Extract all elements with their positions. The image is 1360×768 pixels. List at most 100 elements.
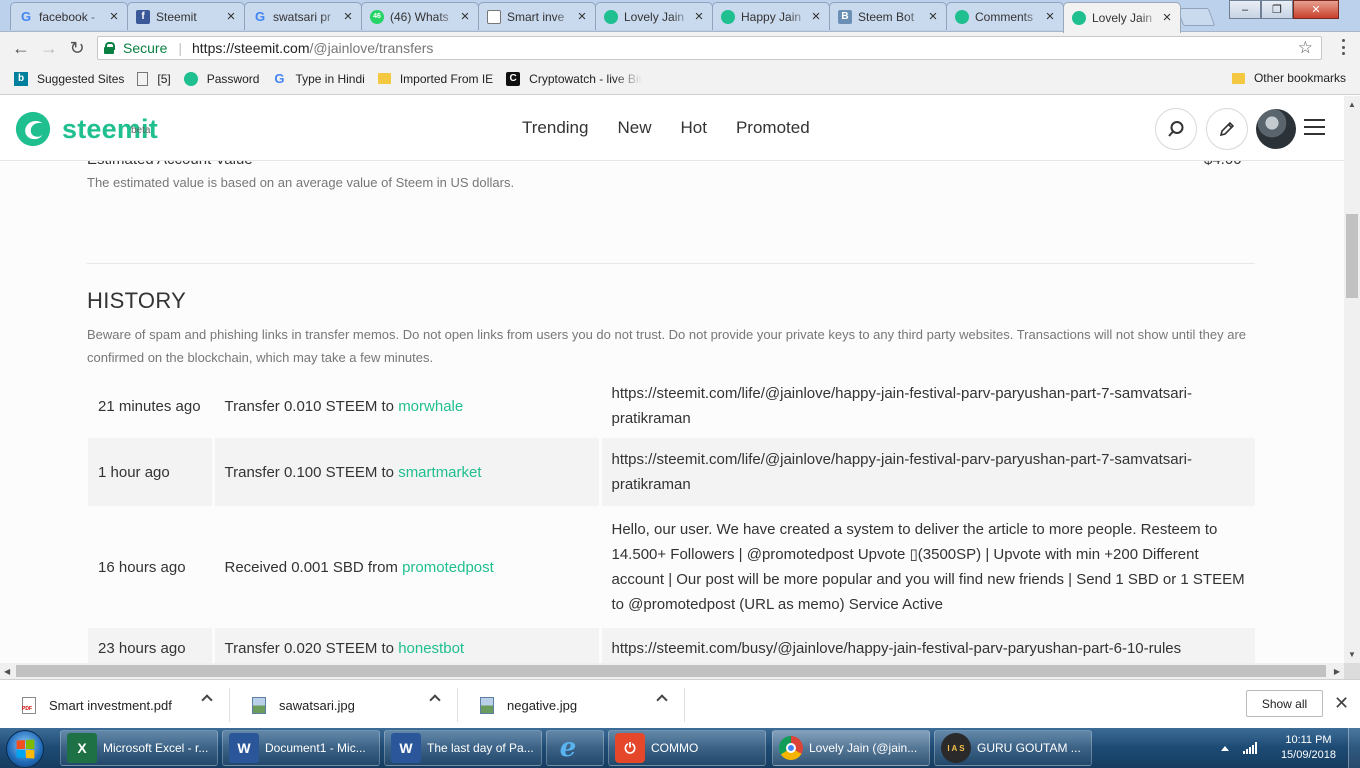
bookmark-star-icon[interactable]: ☆ xyxy=(1298,38,1313,58)
google-g-icon: G xyxy=(274,71,285,86)
close-window-button[interactable]: ✕ xyxy=(1293,0,1339,19)
hamburger-menu-icon[interactable] xyxy=(1304,119,1325,135)
vertical-scrollbar[interactable]: ▲ ▼ xyxy=(1344,96,1360,663)
other-bookmarks[interactable]: Other bookmarks xyxy=(1231,71,1346,85)
forward-arrow-icon[interactable]: → xyxy=(38,37,60,59)
search-button[interactable] xyxy=(1155,108,1197,150)
bookmark-suggested-sites[interactable]: b Suggested Sites xyxy=(14,71,125,86)
row-memo: https://steemit.com/busy/@jainlove/happy… xyxy=(598,628,1255,663)
close-tab-icon[interactable]: × xyxy=(1043,9,1057,24)
estimated-value-note: The estimated value is based on an avera… xyxy=(87,175,515,190)
op-text: Transfer 0.100 STEEM to xyxy=(224,463,399,481)
bookmark-label: Suggested Sites xyxy=(37,71,125,86)
nav-hot[interactable]: Hot xyxy=(680,118,706,138)
chevron-up-icon[interactable] xyxy=(201,694,213,706)
close-tab-icon[interactable]: × xyxy=(107,9,121,24)
show-desktop-button[interactable] xyxy=(1348,728,1360,768)
tab-whatsapp[interactable]: 46 (46) Whats × xyxy=(361,2,479,30)
minimize-button[interactable]: ‒ xyxy=(1229,0,1261,19)
tab-facebook[interactable]: G facebook - × xyxy=(10,2,128,30)
bookmark-label: Type in Hindi xyxy=(295,71,365,86)
nav-new[interactable]: New xyxy=(617,118,651,138)
close-tab-icon[interactable]: × xyxy=(224,9,238,24)
folder-icon xyxy=(1231,72,1245,84)
bookmark-imported-from-ie[interactable]: Imported From IE xyxy=(377,72,493,86)
close-download-shelf-icon[interactable]: ✕ xyxy=(1334,694,1349,712)
tab-comments[interactable]: Comments × xyxy=(946,2,1064,30)
account-link[interactable]: smartmarket xyxy=(398,464,481,481)
download-item-smart-investment[interactable]: Smart investment.pdf xyxy=(0,688,230,722)
horizontal-scroll-thumb[interactable] xyxy=(16,665,1326,677)
taskbar-excel[interactable]: X Microsoft Excel - r... xyxy=(60,730,218,766)
bookmark-password[interactable]: Password xyxy=(183,71,259,86)
reload-icon[interactable]: ↻ xyxy=(66,37,88,59)
download-item-sawatsari[interactable]: sawatsari.jpg xyxy=(230,688,458,722)
taskbar-guru-goutam[interactable]: I A S GURU GOUTAM ... xyxy=(934,730,1092,766)
tab-label: facebook - xyxy=(39,9,96,24)
back-arrow-icon[interactable]: ← xyxy=(10,37,32,59)
chrome-menu-icon[interactable] xyxy=(1342,39,1346,55)
op-text: Transfer 0.020 STEEM to xyxy=(224,639,399,657)
taskbar-word-last-day[interactable]: W The last day of Pa... xyxy=(384,730,542,766)
url-separator: | xyxy=(178,40,182,56)
nav-promoted[interactable]: Promoted xyxy=(736,118,810,138)
tab-smart-investment[interactable]: Smart inve × xyxy=(478,2,596,30)
bookmark-cryptowatch[interactable]: C Cryptowatch - live Bit xyxy=(506,71,642,86)
search-icon xyxy=(1168,121,1184,137)
taskbar-word-document1[interactable]: W Document1 - Mic... xyxy=(222,730,380,766)
horizontal-scrollbar[interactable]: ◀ ▶ xyxy=(0,663,1344,679)
account-link[interactable]: morwhale xyxy=(398,398,463,415)
chevron-up-icon[interactable] xyxy=(656,694,668,706)
vertical-scroll-thumb[interactable] xyxy=(1346,214,1358,298)
restore-button[interactable]: ❐ xyxy=(1261,0,1293,19)
system-clock[interactable]: 10:11 PM 15/09/2018 xyxy=(1281,733,1336,763)
account-link[interactable]: promotedpost xyxy=(402,559,494,576)
row-time: 23 hours ago xyxy=(88,628,213,663)
tab-label: (46) Whats xyxy=(390,9,449,24)
account-link[interactable]: honestbot xyxy=(398,640,464,657)
tab-lovely-jain[interactable]: Lovely Jain × xyxy=(595,2,713,30)
nav-trending[interactable]: Trending xyxy=(522,118,588,138)
bookmark-5[interactable]: [5] xyxy=(137,71,171,86)
bookmark-type-in-hindi[interactable]: G Type in Hindi xyxy=(272,71,365,86)
scroll-up-arrow-icon[interactable]: ▲ xyxy=(1348,100,1356,109)
chevron-up-icon[interactable] xyxy=(429,694,441,706)
close-tab-icon[interactable]: × xyxy=(1160,10,1174,25)
scroll-left-arrow-icon[interactable]: ◀ xyxy=(4,667,10,676)
address-bar[interactable]: Secure | https://steemit.com/@jainlove/t… xyxy=(97,36,1322,60)
show-all-downloads-button[interactable]: Show all xyxy=(1246,690,1323,717)
close-tab-icon[interactable]: × xyxy=(809,9,823,24)
steemit-icon xyxy=(183,71,198,86)
close-tab-icon[interactable]: × xyxy=(692,9,706,24)
download-filename: Smart investment.pdf xyxy=(49,697,172,713)
tab-label: Lovely Jain xyxy=(1092,11,1153,25)
start-button[interactable] xyxy=(6,730,44,768)
row-operation: Transfer 0.020 STEEM to honestbot xyxy=(211,628,600,663)
network-signal-icon[interactable] xyxy=(1242,742,1257,754)
tab-steemit[interactable]: f Steemit × xyxy=(127,2,245,30)
taskbar-chrome[interactable]: Lovely Jain (@jain... xyxy=(772,730,930,766)
taskbar-commo[interactable]: ⏻ COMMO xyxy=(608,730,766,766)
close-tab-icon[interactable]: × xyxy=(458,9,472,24)
close-tab-icon[interactable]: × xyxy=(575,9,589,24)
tab-swatsari[interactable]: G swatsari pr × xyxy=(244,2,362,30)
show-hidden-icons-icon[interactable] xyxy=(1220,745,1229,751)
taskbar-internet-explorer[interactable]: e xyxy=(546,730,604,766)
scroll-down-arrow-icon[interactable]: ▼ xyxy=(1348,650,1356,659)
write-post-button[interactable] xyxy=(1206,108,1248,150)
close-tab-icon[interactable]: × xyxy=(341,9,355,24)
close-tab-icon[interactable]: × xyxy=(926,9,940,24)
download-item-negative[interactable]: negative.jpg xyxy=(458,688,685,722)
windows-taskbar: X Microsoft Excel - r... W Document1 - M… xyxy=(0,728,1360,768)
tab-steem-bot[interactable]: B Steem Bot × xyxy=(829,2,947,30)
steemit-icon xyxy=(604,9,618,24)
bookmark-label: Cryptowatch - live Bit xyxy=(529,71,642,86)
whatsapp-icon: 46 xyxy=(370,9,384,24)
new-tab-button[interactable] xyxy=(1176,8,1216,26)
user-avatar[interactable] xyxy=(1256,109,1296,149)
scroll-right-arrow-icon[interactable]: ▶ xyxy=(1334,667,1340,676)
chrome-icon xyxy=(779,736,803,760)
tab-happy-jain[interactable]: Happy Jain × xyxy=(712,2,830,30)
tab-lovely-jain-active[interactable]: Lovely Jain × xyxy=(1063,2,1181,33)
section-divider xyxy=(87,263,1255,264)
